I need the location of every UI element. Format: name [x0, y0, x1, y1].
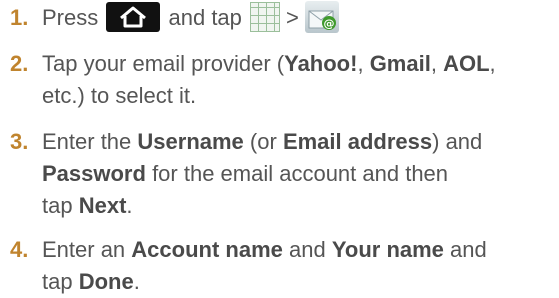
provider-gmail: Gmail: [369, 51, 431, 76]
step-text: Press and tap > @: [42, 1, 552, 35]
step-text-fragment: tap: [42, 269, 73, 294]
apps-grid-icon: [250, 2, 281, 33]
step-text-fragment: (or: [249, 129, 277, 154]
provider-aol: AOL: [443, 51, 490, 76]
field-account-name: Account name: [131, 237, 283, 262]
email-app-icon: @: [304, 1, 339, 34]
step-text-fragment: Tap your email provider (: [42, 51, 285, 76]
svg-text:@: @: [323, 17, 334, 30]
home-icon: [106, 2, 161, 33]
step-number: 3.: [10, 129, 29, 154]
step-text-fragment: etc.) to select it.: [42, 83, 197, 108]
button-done: Done: [78, 269, 134, 294]
step-text-fragment: Enter the: [42, 129, 132, 154]
field-email-address: Email address: [282, 129, 433, 154]
field-password: Password: [42, 161, 146, 186]
step-text-fragment: and: [289, 237, 326, 262]
step-number: 2.: [10, 51, 29, 76]
step-text-fragment: .: [133, 269, 140, 294]
step-number: 1.: [10, 5, 29, 30]
field-username: Username: [137, 129, 244, 154]
step-text-fragment: Enter an: [42, 237, 126, 262]
field-your-name: Your name: [331, 237, 444, 262]
step-text-fragment: ,: [430, 51, 444, 76]
step-text-fragment: .: [126, 193, 133, 218]
step-text-fragment: ) and: [432, 129, 483, 154]
step-text-fragment: tap: [42, 193, 73, 218]
step-text-fragment: and: [450, 237, 487, 262]
step-text: Enter an Account name and Your name and …: [42, 234, 552, 298]
step-text: Enter the Username (or Email address) an…: [42, 126, 552, 222]
step-text-fragment: Press: [42, 5, 99, 30]
step-text-fragment: ,: [489, 51, 496, 76]
step-text-fragment: for the email account and then: [152, 161, 449, 186]
step-number: 4.: [10, 237, 29, 262]
step-text: Tap your email provider (Yahoo!, Gmail, …: [42, 48, 552, 112]
button-next: Next: [78, 193, 127, 218]
step-text-fragment: and tap: [168, 5, 242, 30]
step-text-fragment: ,: [357, 51, 370, 76]
separator: >: [286, 5, 299, 30]
provider-yahoo: Yahoo!: [284, 51, 358, 76]
